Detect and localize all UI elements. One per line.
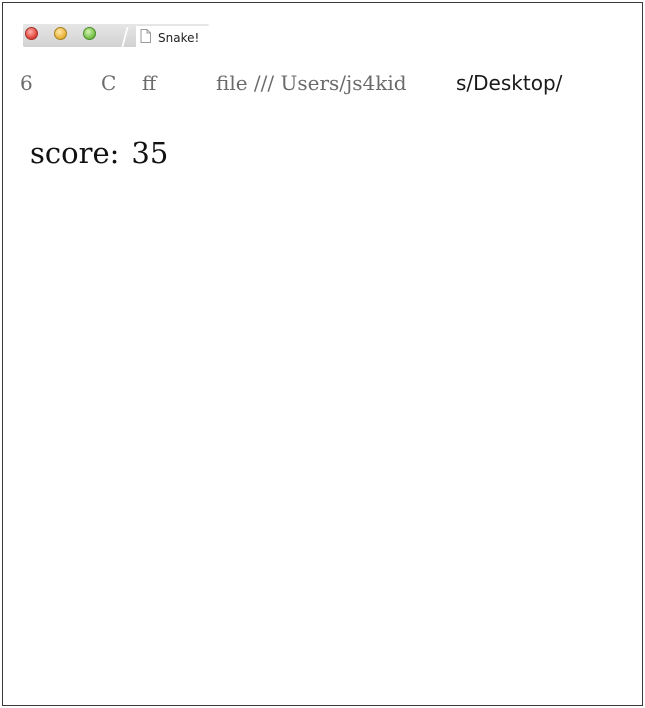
page-icon: [140, 29, 151, 43]
tab-title: Snake!: [158, 31, 200, 45]
browser-toolbar: 6 C ff file /// Users/js4kid s/Desktop/: [3, 67, 644, 99]
reload-button[interactable]: C: [101, 71, 116, 95]
score-display: score: 35: [30, 136, 168, 170]
tab-divider: [118, 27, 132, 47]
address-bar-suffix[interactable]: s/Desktop/: [456, 71, 562, 95]
address-bar[interactable]: file /// Users/js4kid: [216, 71, 407, 95]
score-label: score:: [30, 136, 120, 170]
browser-window: Snake! 6 C ff file /// Users/js4kid s/De…: [2, 2, 643, 706]
zoom-button[interactable]: [83, 27, 96, 40]
close-button[interactable]: [25, 27, 38, 40]
tab-snake[interactable]: Snake!: [136, 26, 209, 47]
game-canvas[interactable]: [23, 193, 623, 693]
score-value: 35: [131, 136, 169, 170]
title-bar: Snake!: [23, 24, 209, 47]
minimize-button[interactable]: [54, 27, 67, 40]
back-button[interactable]: 6: [20, 71, 33, 95]
forward-button[interactable]: ff: [142, 71, 156, 95]
